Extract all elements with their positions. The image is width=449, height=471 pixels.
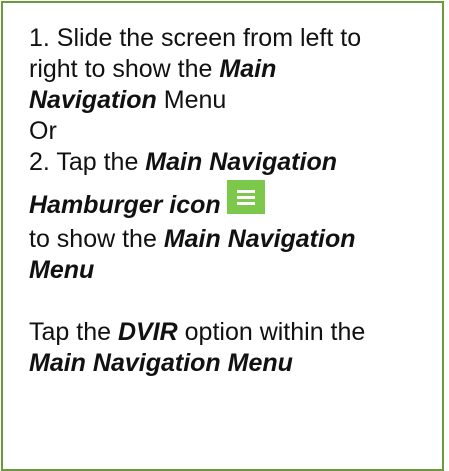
emphasis-hamburger-icon: Hamburger icon xyxy=(29,191,221,219)
emphasis-main-navigation: Main Navigation xyxy=(145,148,337,176)
step2-line3: to show the Main Navigation xyxy=(29,224,429,255)
menu-bar xyxy=(236,190,255,193)
or-text: Or xyxy=(29,117,57,145)
step2-line2: Hamburger icon xyxy=(29,180,429,224)
menu-bar xyxy=(236,202,255,205)
step2-line4: Menu xyxy=(29,255,429,286)
step2-text: to show the xyxy=(29,225,164,253)
step3-line1: Tap the DVIR option within the xyxy=(29,317,429,348)
step1-text: 1. Slide the screen from left to xyxy=(29,24,362,52)
emphasis-main: Main xyxy=(219,55,277,83)
step1-line2: right to show the Main xyxy=(29,54,429,85)
step2-text: 2. Tap the xyxy=(29,148,146,176)
emphasis-main-navigation: Main Navigation xyxy=(163,225,356,253)
instruction-card: 1. Slide the screen from left to right t… xyxy=(1,1,444,471)
step1-line1: 1. Slide the screen from left to xyxy=(29,23,429,54)
step1-line3: Navigation Menu xyxy=(29,85,429,116)
step1-text: right to show the xyxy=(29,55,220,83)
emphasis-navigation: Navigation xyxy=(29,86,157,114)
emphasis-main-navigation-menu: Main Navigation Menu xyxy=(29,349,293,377)
emphasis-menu: Menu xyxy=(29,256,95,284)
step3-text: option within the xyxy=(177,318,366,346)
emphasis-dvir: DVIR xyxy=(117,318,178,346)
step1-text: Menu xyxy=(156,86,227,114)
step2-line1: 2. Tap the Main Navigation xyxy=(29,147,429,178)
hamburger-menu-icon xyxy=(226,180,265,214)
instruction-text: 1. Slide the screen from left to right t… xyxy=(29,23,429,379)
step3-line2: Main Navigation Menu xyxy=(29,348,429,379)
step3-text: Tap the xyxy=(29,318,118,346)
menu-bar xyxy=(236,196,255,199)
